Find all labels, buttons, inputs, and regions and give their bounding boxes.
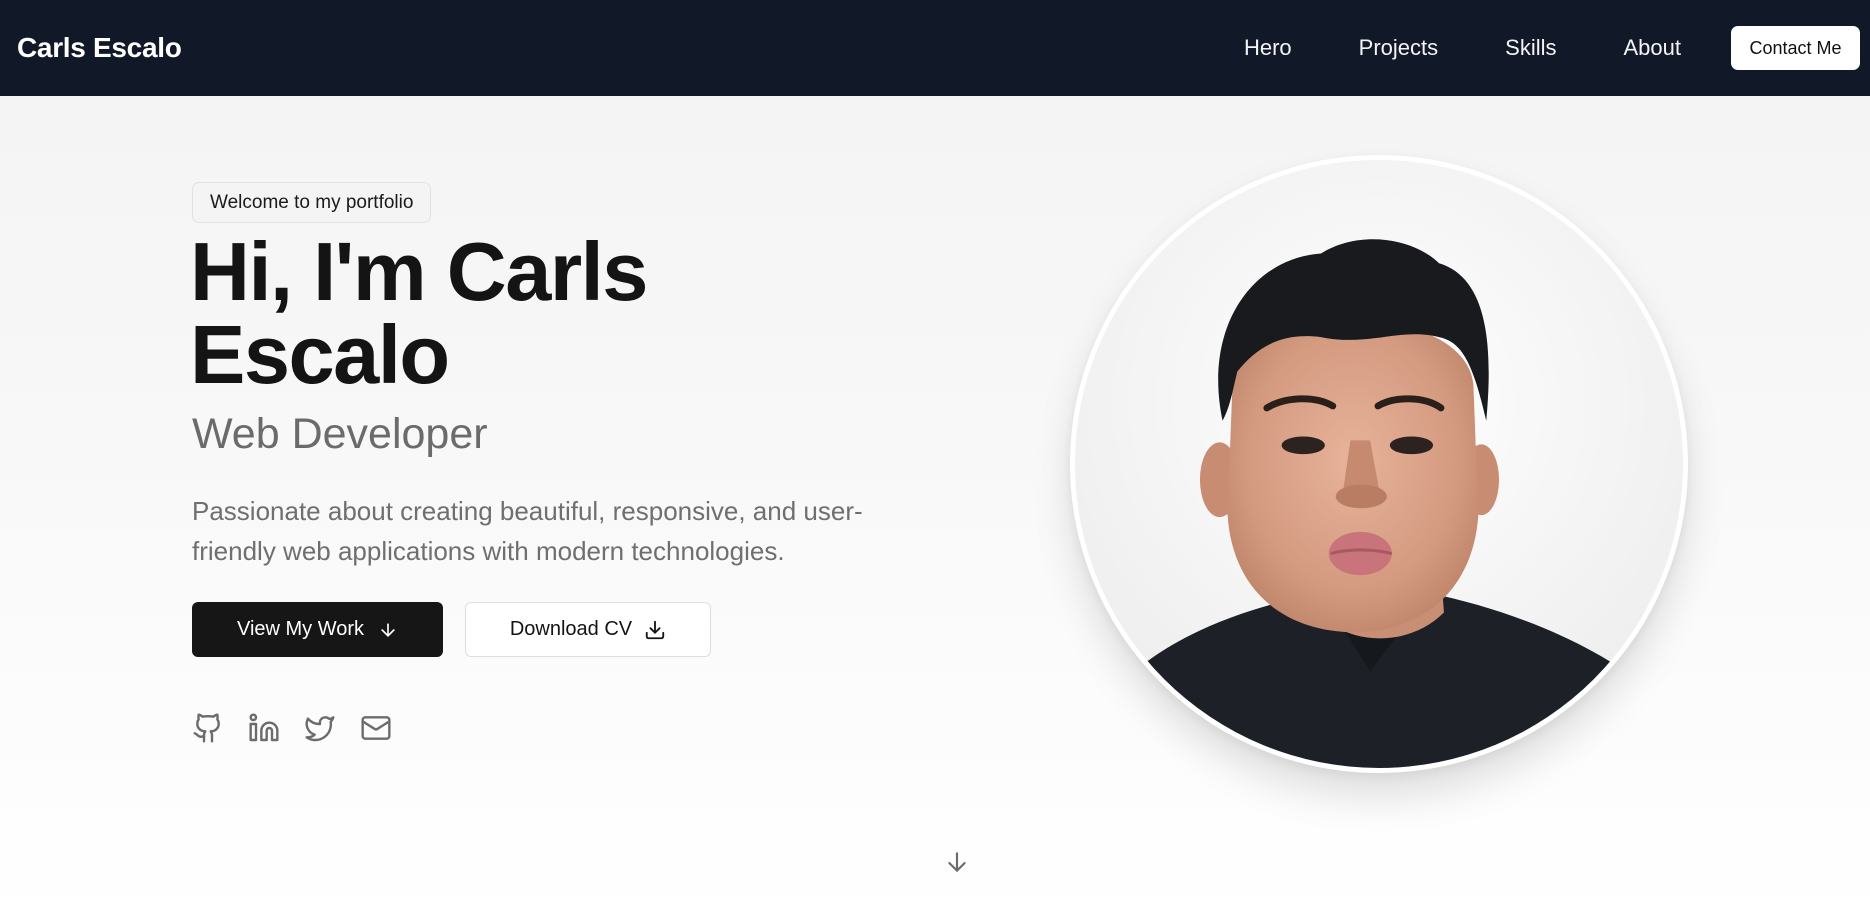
- download-icon: [645, 620, 665, 639]
- contact-me-button[interactable]: Contact Me: [1731, 26, 1860, 70]
- nav-link-skills[interactable]: Skills: [1505, 35, 1556, 61]
- hero-title-line2: Escalo: [190, 308, 450, 401]
- hero-description: Passionate about creating beautiful, res…: [192, 496, 863, 566]
- github-icon[interactable]: [192, 712, 224, 744]
- welcome-badge: Welcome to my portfolio: [192, 182, 432, 223]
- hero-title-line1: Hi, I'm Carls: [190, 225, 648, 318]
- brand-logo[interactable]: Carls Escalo: [17, 32, 182, 64]
- social-links: [192, 712, 392, 744]
- hero-title: Hi, I'm Carls Escalo: [190, 230, 810, 396]
- mail-icon[interactable]: [360, 712, 392, 744]
- arrow-down-icon: [381, 622, 395, 637]
- linkedin-icon[interactable]: [248, 712, 280, 744]
- navbar: Carls Escalo Hero Projects Skills About …: [0, 0, 1870, 96]
- profile-portrait: [1075, 160, 1683, 768]
- nav-link-projects[interactable]: Projects: [1359, 35, 1438, 61]
- hero-subtitle: Web Developer: [192, 410, 488, 458]
- download-cv-label: Download CV: [509, 618, 633, 640]
- download-cv-button[interactable]: Download CV: [465, 602, 711, 657]
- scroll-down-icon[interactable]: [944, 848, 970, 876]
- view-my-work-label: View My Work: [236, 618, 365, 640]
- nav-menu: Hero Projects Skills About Contact Me: [1244, 26, 1860, 70]
- nav-link-hero[interactable]: Hero: [1244, 35, 1292, 61]
- profile-photo: [1070, 155, 1688, 773]
- nav-link-about[interactable]: About: [1624, 35, 1682, 61]
- twitter-icon[interactable]: [304, 712, 336, 744]
- view-my-work-button[interactable]: View My Work: [192, 602, 443, 657]
